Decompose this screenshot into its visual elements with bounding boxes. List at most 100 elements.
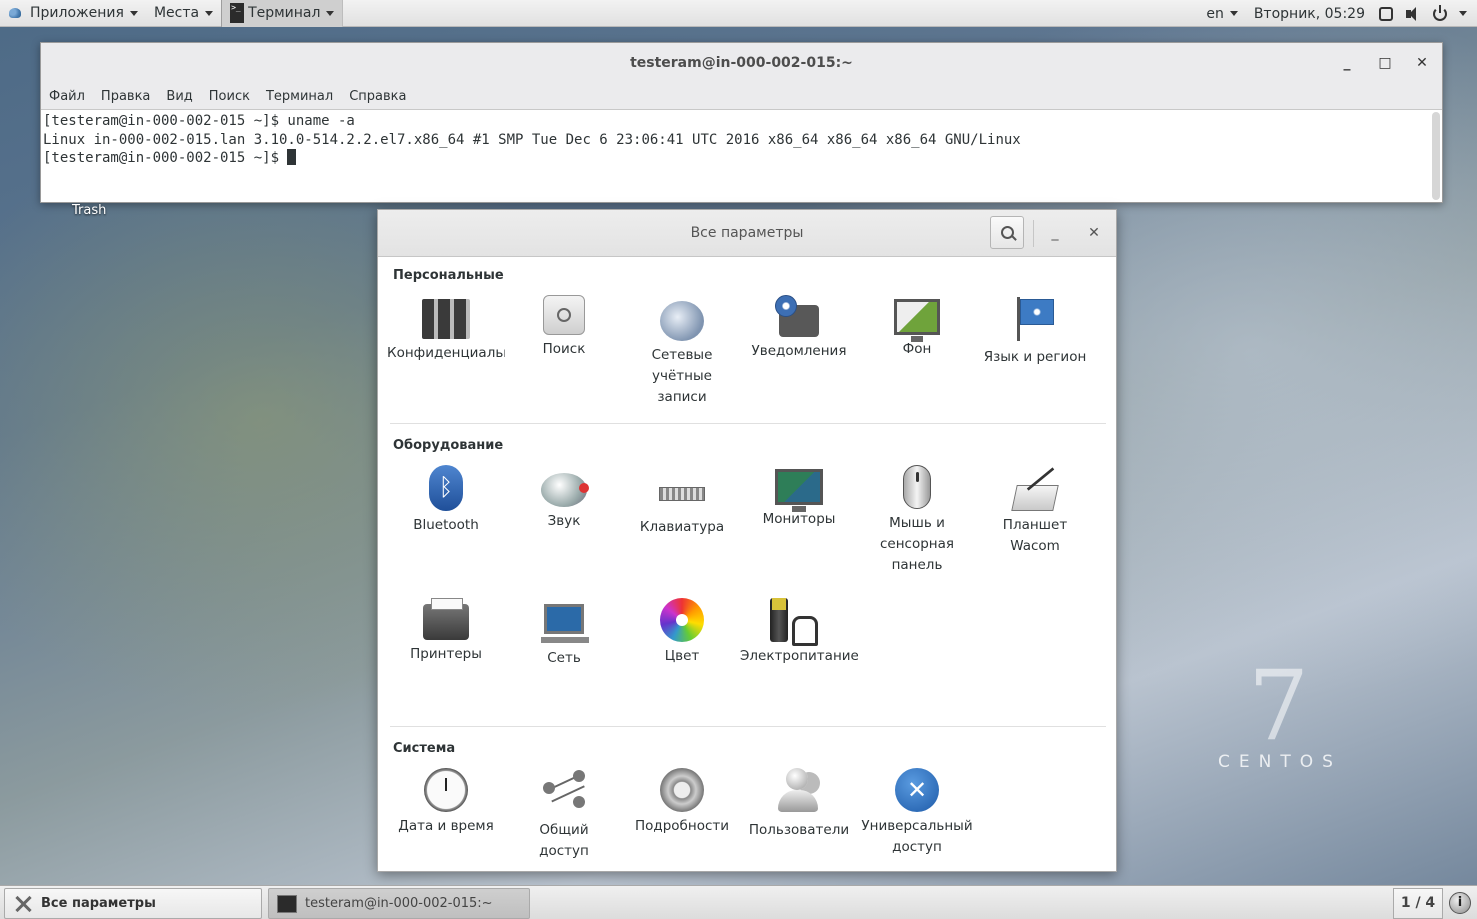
panel-label: Конфиденциальность — [387, 345, 505, 361]
section-title-system: Система — [393, 741, 456, 756]
minimize-button[interactable]: _ — [1332, 43, 1362, 83]
background-icon — [894, 299, 940, 342]
panel-label: Сетевые учётные записи — [651, 347, 713, 405]
keyboard-icon — [659, 487, 705, 501]
panel-label: Звук — [547, 513, 581, 529]
bluetooth-icon — [429, 465, 463, 511]
panel-printers[interactable]: Принтеры — [387, 598, 505, 665]
terminal-app-menu[interactable]: >_ Терминал — [221, 0, 344, 27]
applications-label: Приложения — [30, 5, 124, 21]
notifications-icon — [775, 295, 819, 337]
privacy-icon — [422, 299, 470, 339]
panel-label: Мышь и сенсорная панель — [879, 515, 955, 573]
taskbar-terminal[interactable]: testeram@in-000-002-015:~ — [268, 888, 530, 919]
keyboard-layout-label: en — [1206, 5, 1224, 22]
trash-desktop-icon-label[interactable]: Trash — [72, 203, 106, 218]
menu-search[interactable]: Поиск — [209, 89, 250, 104]
panel-mouse-touchpad[interactable]: Мышь и сенсорная панель — [858, 465, 976, 576]
panel-details[interactable]: Подробности — [623, 768, 741, 837]
panel-sound[interactable]: Звук — [505, 465, 623, 532]
terminal-window: testeram@in-000-002-015:~ _ □ ✕ Файл Пра… — [40, 42, 1443, 203]
panel-label: Цвет — [664, 648, 700, 664]
applications-icon — [8, 6, 22, 20]
close-button[interactable]: ✕ — [1407, 43, 1437, 83]
panel-background[interactable]: Фон — [858, 295, 976, 360]
clock[interactable]: Вторник, 05:29 — [1246, 0, 1373, 27]
panel-bluetooth[interactable]: Bluetooth — [387, 465, 505, 536]
panel-keyboard[interactable]: Клавиатура — [623, 465, 741, 538]
panel-label: Общий доступ — [539, 822, 589, 859]
clock-label: Вторник, 05:29 — [1253, 5, 1365, 22]
menu-help[interactable]: Справка — [349, 89, 406, 104]
menu-edit[interactable]: Правка — [101, 89, 150, 104]
section-title-personal: Персональные — [393, 268, 504, 283]
panel-label: Дата и время — [398, 818, 494, 834]
terminal-output[interactable]: [testeram@in-000-002-015 ~]$ uname -a Lin… — [41, 110, 1442, 202]
panel-wacom-tablet[interactable]: Планшет Wacom — [976, 465, 1094, 557]
info-icon[interactable]: i — [1449, 892, 1471, 914]
panel-label: Сеть — [547, 650, 581, 666]
terminal-line: Linux in-000-002-015.lan 3.10.0-514.2.2.… — [43, 131, 1021, 148]
chevron-down-icon — [129, 10, 138, 16]
terminal-scrollbar[interactable] — [1432, 112, 1440, 200]
settings-titlebar[interactable]: Все параметры _ ✕ — [378, 210, 1116, 257]
terminal-line: [testeram@in-000-002-015 ~]$ uname -a — [43, 113, 355, 129]
workspace-indicator[interactable]: 1 / 4 — [1393, 888, 1443, 919]
maximize-button[interactable]: □ — [1370, 43, 1400, 83]
panel-region[interactable]: Язык и регион — [976, 295, 1094, 368]
sound-icon — [541, 473, 589, 507]
panel-label: Пользователи — [748, 822, 850, 838]
chevron-down-icon[interactable] — [1459, 11, 1467, 16]
region-flag-icon — [1015, 295, 1055, 343]
panel-label: Принтеры — [410, 646, 482, 662]
panel-label: Bluetooth — [413, 517, 479, 533]
close-button[interactable]: ✕ — [1081, 210, 1107, 257]
sharing-icon — [541, 768, 587, 816]
panel-label: Планшет Wacom — [1002, 517, 1068, 554]
power-icon[interactable] — [1433, 4, 1447, 21]
places-label: Места — [153, 5, 200, 21]
panel-network[interactable]: Сеть — [505, 598, 623, 669]
keyboard-layout-menu[interactable]: en — [1198, 0, 1246, 27]
panel-online-accounts[interactable]: Сетевые учётные записи — [623, 295, 741, 408]
settings-window: Все параметры _ ✕ Персональные Конфиденц… — [377, 209, 1117, 872]
chevron-down-icon — [205, 10, 214, 16]
taskbar-settings[interactable]: Все параметры — [4, 888, 262, 919]
terminal-titlebar[interactable]: testeram@in-000-002-015:~ _ □ ✕ — [41, 43, 1442, 83]
minimize-button[interactable]: _ — [1042, 210, 1068, 257]
panel-notifications[interactable]: Уведомления — [740, 295, 858, 362]
panel-universal-access[interactable]: Универсальный доступ — [858, 768, 976, 858]
panel-users[interactable]: Пользователи — [740, 768, 858, 841]
panel-label: Фон — [902, 341, 932, 357]
applications-menu[interactable]: Приложения — [0, 0, 146, 27]
volume-icon[interactable] — [1405, 6, 1421, 22]
panel-displays[interactable]: Мониторы — [740, 465, 858, 530]
printer-icon — [423, 598, 469, 640]
search-button[interactable] — [990, 216, 1024, 249]
bottom-panel: Все параметры testeram@in-000-002-015:~ … — [0, 885, 1477, 919]
chevron-down-icon — [326, 10, 335, 16]
places-menu[interactable]: Места — [146, 0, 221, 27]
panel-color[interactable]: Цвет — [623, 598, 741, 667]
panel-search[interactable]: Поиск — [505, 295, 623, 360]
text-cursor — [287, 149, 297, 165]
panel-label: Поиск — [542, 341, 586, 357]
menu-file[interactable]: Файл — [49, 89, 85, 104]
settings-title: Все параметры — [690, 225, 804, 241]
panel-label: Универсальный доступ — [861, 818, 973, 855]
panel-label: Язык и регион — [983, 349, 1087, 365]
window-list-icon[interactable] — [1379, 6, 1393, 21]
online-accounts-icon — [660, 301, 704, 341]
menu-view[interactable]: Вид — [166, 89, 192, 104]
menu-terminal[interactable]: Терминал — [266, 89, 333, 104]
network-icon — [541, 604, 589, 643]
panel-date-time[interactable]: Дата и время — [387, 768, 505, 837]
users-icon — [776, 768, 822, 816]
system-tray: en Вторник, 05:29 — [1198, 0, 1477, 27]
terminal-menubar: Файл Правка Вид Поиск Терминал Справка — [41, 83, 1442, 110]
panel-privacy[interactable]: Конфиденциальность — [387, 295, 505, 364]
centos-logo: 7 — [1248, 650, 1310, 762]
top-panel: Приложения Места >_ Терминал en Вторник,… — [0, 0, 1477, 27]
panel-sharing[interactable]: Общий доступ — [505, 768, 623, 862]
panel-power[interactable]: Электропитание — [740, 598, 858, 667]
